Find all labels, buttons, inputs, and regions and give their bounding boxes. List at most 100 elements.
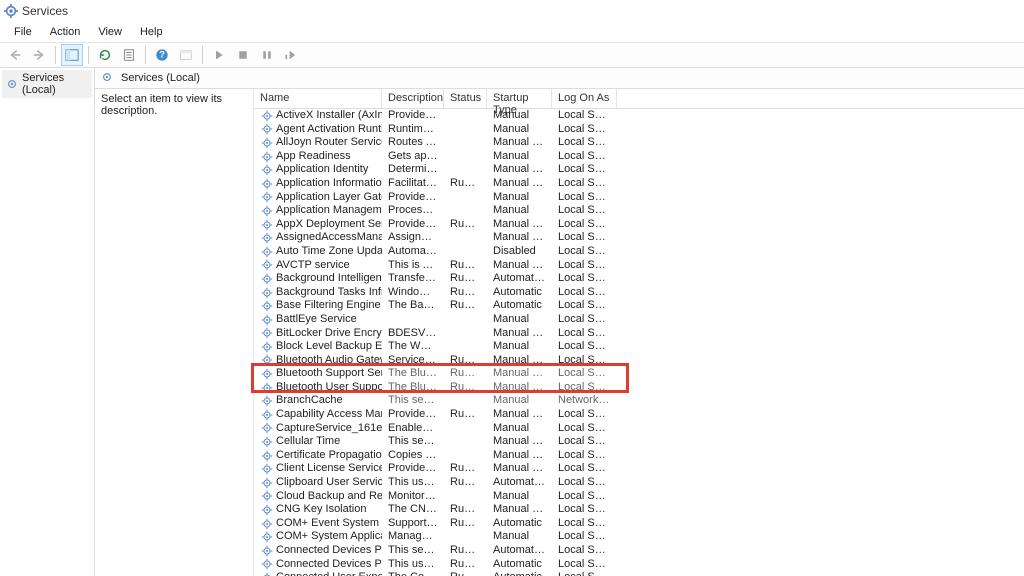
service-row[interactable]: Block Level Backup Engine ...The WBENG..… bbox=[254, 340, 1024, 354]
service-name: Bluetooth User Support Ser... bbox=[276, 381, 382, 395]
export-list-button[interactable] bbox=[118, 44, 140, 66]
col-startup[interactable]: Startup Type bbox=[487, 89, 552, 108]
service-description: Service sup... bbox=[382, 354, 444, 368]
col-status[interactable]: Status bbox=[444, 89, 487, 108]
service-logon: Local Syste... bbox=[552, 272, 617, 286]
service-row[interactable]: AllJoyn Router ServiceRoutes AllJo...Man… bbox=[254, 136, 1024, 150]
service-row[interactable]: Connected Devices Platfor...This service… bbox=[254, 544, 1024, 558]
service-row[interactable]: CNG Key IsolationThe CNG ke...RunningMan… bbox=[254, 503, 1024, 517]
services-app-icon bbox=[4, 4, 18, 18]
service-row[interactable]: ActiveX Installer (AxInstSV)Provides Us.… bbox=[254, 109, 1024, 123]
start-service-button[interactable] bbox=[208, 44, 230, 66]
menu-help[interactable]: Help bbox=[132, 24, 171, 40]
service-startup: Manual bbox=[487, 191, 552, 205]
col-name[interactable]: Name bbox=[254, 89, 382, 108]
console-tree[interactable]: Services (Local) bbox=[0, 68, 95, 576]
col-logon[interactable]: Log On As bbox=[552, 89, 617, 108]
service-logon: Local Syste... bbox=[552, 340, 617, 354]
forward-button[interactable] bbox=[28, 44, 50, 66]
show-hide-tree-button[interactable] bbox=[61, 44, 83, 66]
service-row[interactable]: Auto Time Zone UpdaterAutomatica...Disab… bbox=[254, 245, 1024, 259]
service-row[interactable]: Agent Activation Runtime_...Runtime for.… bbox=[254, 123, 1024, 137]
service-logon: Local Service bbox=[552, 299, 617, 313]
stop-service-button[interactable] bbox=[232, 44, 254, 66]
service-icon bbox=[260, 259, 273, 272]
service-row[interactable]: BattlEye ServiceManualLocal Syste... bbox=[254, 313, 1024, 327]
refresh-button[interactable] bbox=[94, 44, 116, 66]
service-row[interactable]: Clipboard User Service_161e...This user … bbox=[254, 476, 1024, 490]
service-row[interactable]: Background Tasks Infrastruc...Windows in… bbox=[254, 286, 1024, 300]
toolbar: ? bbox=[0, 42, 1024, 68]
service-name: BattlEye Service bbox=[276, 313, 357, 327]
service-row[interactable]: Bluetooth User Support Ser...The Bluetoo… bbox=[254, 381, 1024, 395]
help-button[interactable]: ? bbox=[151, 44, 173, 66]
service-row[interactable]: BitLocker Drive Encryption ...BDESVC hos… bbox=[254, 327, 1024, 341]
service-status: Running bbox=[444, 503, 487, 517]
service-row[interactable]: Application InformationFacilitates t...R… bbox=[254, 177, 1024, 191]
service-name: Capability Access Manager ... bbox=[276, 408, 382, 422]
service-row[interactable]: Application Layer Gateway ...Provides su… bbox=[254, 191, 1024, 205]
service-row[interactable]: App ReadinessGets apps re...ManualLocal … bbox=[254, 150, 1024, 164]
restart-service-button[interactable] bbox=[280, 44, 302, 66]
service-icon bbox=[260, 558, 273, 571]
menu-action[interactable]: Action bbox=[42, 24, 89, 40]
service-row[interactable]: Connected User Experience...The Connec..… bbox=[254, 571, 1024, 576]
service-startup: Manual (Trig... bbox=[487, 231, 552, 245]
menu-view[interactable]: View bbox=[90, 24, 130, 40]
service-logon: Local Syste... bbox=[552, 109, 617, 123]
service-row[interactable]: Base Filtering EngineThe Base Fil...Runn… bbox=[254, 299, 1024, 313]
col-description[interactable]: Description bbox=[382, 89, 444, 108]
service-row[interactable]: Client License Service (ClipS...Provides… bbox=[254, 462, 1024, 476]
service-logon: Network S... bbox=[552, 394, 617, 408]
service-name: Cellular Time bbox=[276, 435, 340, 449]
service-startup: Automatic bbox=[487, 558, 552, 572]
service-description: This user ser... bbox=[382, 558, 444, 572]
service-name: Application Management bbox=[276, 204, 382, 218]
service-name: ActiveX Installer (AxInstSV) bbox=[276, 109, 382, 123]
service-status: Running bbox=[444, 544, 487, 558]
service-name: Block Level Backup Engine ... bbox=[276, 340, 382, 354]
service-name: Connected Devices Platfor... bbox=[276, 558, 382, 572]
tree-root-services-local[interactable]: Services (Local) bbox=[2, 70, 92, 98]
service-row[interactable]: Connected Devices Platfor...This user se… bbox=[254, 558, 1024, 572]
service-description: The Base Fil... bbox=[382, 299, 444, 313]
service-row[interactable]: Application IdentityDetermines ...Manual… bbox=[254, 163, 1024, 177]
service-status: Running bbox=[444, 177, 487, 191]
service-row[interactable]: AppX Deployment Service (...Provides inf… bbox=[254, 218, 1024, 232]
service-row[interactable]: CaptureService_161e1cEnables opti...Manu… bbox=[254, 422, 1024, 436]
service-row[interactable]: Cloud Backup and Restore ...Monitors th.… bbox=[254, 490, 1024, 504]
service-icon bbox=[260, 123, 273, 136]
back-button[interactable] bbox=[4, 44, 26, 66]
properties-button[interactable] bbox=[175, 44, 197, 66]
service-row[interactable]: Certificate PropagationCopies user ...Ma… bbox=[254, 449, 1024, 463]
service-row[interactable]: Cellular TimeThis service ...Manual (Tri… bbox=[254, 435, 1024, 449]
service-name: AssignedAccessManager Se... bbox=[276, 231, 382, 245]
service-name: Application Identity bbox=[276, 163, 368, 177]
service-row[interactable]: BranchCacheThis service ...ManualNetwork… bbox=[254, 394, 1024, 408]
service-row[interactable]: Background Intelligent Tran...Transfers … bbox=[254, 272, 1024, 286]
service-row[interactable]: AVCTP serviceThis is Audi...RunningManua… bbox=[254, 259, 1024, 273]
service-description: Gets apps re... bbox=[382, 150, 444, 164]
service-logon: Local Syste... bbox=[552, 408, 617, 422]
service-row[interactable]: Application ManagementProcesses in...Man… bbox=[254, 204, 1024, 218]
titlebar: Services bbox=[0, 0, 1024, 22]
services-header-icon bbox=[101, 71, 115, 85]
service-row[interactable]: Bluetooth Support ServiceThe Bluetoo...R… bbox=[254, 367, 1024, 381]
service-row[interactable]: Capability Access Manager ...Provides fa… bbox=[254, 408, 1024, 422]
service-description: AssignedAc... bbox=[382, 231, 444, 245]
service-logon: Local Syste... bbox=[552, 558, 617, 572]
service-logon: Local Service bbox=[552, 354, 617, 368]
service-name: Background Tasks Infrastruc... bbox=[276, 286, 382, 300]
service-row[interactable]: Bluetooth Audio Gateway S...Service sup.… bbox=[254, 354, 1024, 368]
service-description: The Bluetoo... bbox=[382, 381, 444, 395]
service-row[interactable]: COM+ Event SystemSupports Sy...RunningAu… bbox=[254, 517, 1024, 531]
service-startup: Manual (Trig... bbox=[487, 259, 552, 273]
menu-file[interactable]: File bbox=[6, 24, 40, 40]
service-row[interactable]: COM+ System ApplicationManages th...Manu… bbox=[254, 530, 1024, 544]
service-row[interactable]: AssignedAccessManager Se...AssignedAc...… bbox=[254, 231, 1024, 245]
description-prompt: Select an item to view its description. bbox=[101, 93, 222, 117]
pause-service-button[interactable] bbox=[256, 44, 278, 66]
services-list[interactable]: Name Description Status Startup Type Log… bbox=[253, 89, 1024, 576]
service-name: COM+ System Application bbox=[276, 530, 382, 544]
service-icon bbox=[260, 204, 273, 217]
